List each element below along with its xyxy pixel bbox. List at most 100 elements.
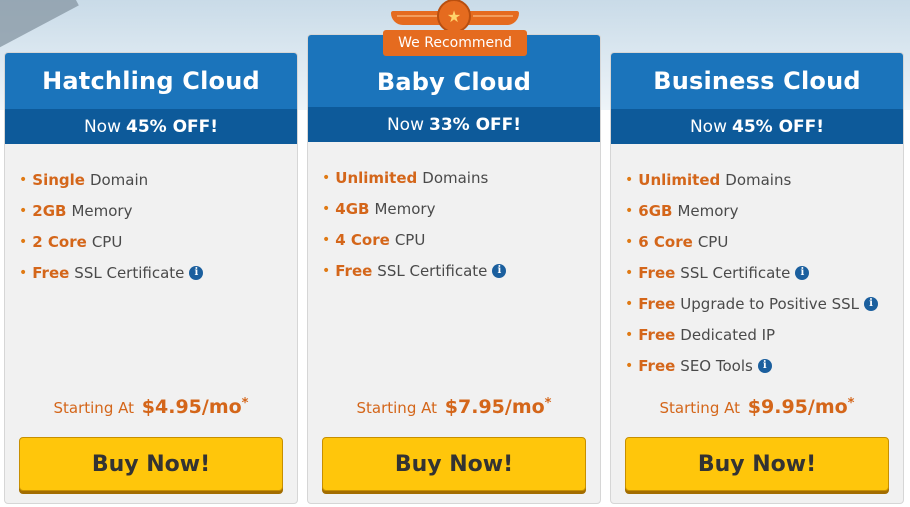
feature-item: • Free SEO Tools i [625,350,903,381]
feature-item: • Unlimited Domains [625,164,903,195]
price-value: $9.95/mo [747,396,848,418]
bullet-icon: • [625,171,634,188]
feature-item: • Free Dedicated IP [625,319,903,350]
feature-text: SSL Certificate [680,263,791,282]
discount-prefix: Now [386,114,424,135]
bullet-icon: • [19,202,28,219]
feature-text: SSL Certificate [74,263,185,282]
feature-item: • 2GB Memory [19,195,297,226]
feature-item: • 6GB Memory [625,195,903,226]
feature-highlight: 4 Core [335,230,390,249]
discount-value: 45% OFF! [125,116,219,137]
price-footnote-mark: * [544,396,552,411]
feature-item: • Free SSL Certificate i [625,257,903,288]
feature-text: SSL Certificate [377,261,488,280]
feature-list: • Unlimited Domains • 4GB Memory • 4 Core CPU … [308,142,600,286]
discount-prefix: Now [689,116,727,137]
feature-item: • Free SSL Certificate i [19,257,297,288]
plan-title: Business Cloud [611,53,903,109]
price-value: $7.95/mo [444,396,545,418]
bullet-icon: • [19,171,28,188]
price-value: $4.95/mo [141,396,242,418]
plan-card-baby-cloud: ★ We Recommend Baby Cloud Now 33% OFF! •… [307,0,601,504]
bullet-icon: • [19,233,28,250]
feature-highlight: Free [638,325,676,344]
bullet-icon: • [322,262,331,279]
plan-title: Hatchling Cloud [5,53,297,109]
bullet-icon: • [625,357,634,374]
feature-text: Domains [725,170,792,189]
feature-item: • 4 Core CPU [322,224,600,255]
info-icon[interactable]: i [864,296,879,311]
feature-text: SEO Tools [680,356,753,375]
info-icon[interactable]: i [492,263,507,278]
feature-item: • Unlimited Domains [322,162,600,193]
plan-card-business-cloud: Business Cloud Now 45% OFF! • Unlimited Do… [610,52,904,504]
plan-price: Starting At $7.95/mo* [308,396,600,418]
feature-text: CPU [394,230,426,249]
feature-item: • 6 Core CPU [625,226,903,257]
bullet-icon: • [625,326,634,343]
price-footnote-mark: * [847,396,855,411]
price-prefix: Starting At [356,399,438,417]
plan-price: Starting At $9.95/mo* [611,396,903,418]
feature-item: • Single Domain [19,164,297,195]
feature-text: Memory [677,201,739,220]
feature-highlight: Free [32,263,70,282]
feature-list: • Single Domain • 2GB Memory • 2 Core CPU • Fre… [5,144,297,288]
discount-value: 45% OFF! [731,116,825,137]
feature-text: Dedicated IP [680,325,776,344]
feature-highlight: Free [638,294,676,313]
price-prefix: Starting At [53,399,135,417]
feature-item: • Free SSL Certificate i [322,255,600,286]
feature-highlight: 4GB [335,199,370,218]
bullet-icon: • [322,231,331,248]
feature-text: CPU [697,232,729,251]
feature-highlight: Unlimited [335,168,418,187]
info-icon[interactable]: i [757,358,772,373]
recommend-badge: ★ We Recommend [383,0,527,56]
feature-highlight: 6GB [638,201,673,220]
bullet-icon: • [19,264,28,281]
feature-highlight: Single [32,170,85,189]
plan-discount-banner: Now 45% OFF! [5,109,297,144]
feature-highlight: Free [638,263,676,282]
info-icon[interactable]: i [189,265,204,280]
feature-highlight: 6 Core [638,232,693,251]
feature-list: • Unlimited Domains • 6GB Memory • 6 Core CPU … [611,144,903,381]
bullet-icon: • [625,202,634,219]
plan-discount-banner: Now 33% OFF! [308,107,600,142]
feature-highlight: Unlimited [638,170,721,189]
plan-card-hatchling-cloud: Hatchling Cloud Now 45% OFF! • Single Doma… [4,52,298,504]
feature-text: Domains [422,168,489,187]
plan-discount-banner: Now 45% OFF! [611,109,903,144]
buy-now-button[interactable]: Buy Now! [322,437,586,491]
plan-price: Starting At $4.95/mo* [5,396,297,418]
feature-highlight: 2GB [32,201,67,220]
feature-text: Upgrade to Positive SSL [680,294,860,313]
price-prefix: Starting At [659,399,741,417]
info-icon[interactable]: i [795,265,810,280]
bullet-icon: • [322,169,331,186]
buy-now-button[interactable]: Buy Now! [625,437,889,491]
discount-value: 33% OFF! [428,114,522,135]
feature-text: Memory [374,199,436,218]
feature-text: CPU [91,232,123,251]
bullet-icon: • [625,295,634,312]
feature-item: • 4GB Memory [322,193,600,224]
buy-now-button[interactable]: Buy Now! [19,437,283,491]
feature-text: Memory [71,201,133,220]
feature-text: Domain [89,170,149,189]
feature-item: • 2 Core CPU [19,226,297,257]
feature-highlight: Free [335,261,373,280]
bullet-icon: • [625,233,634,250]
discount-prefix: Now [83,116,121,137]
recommend-label: We Recommend [383,30,527,56]
bullet-icon: • [625,264,634,281]
feature-highlight: Free [638,356,676,375]
price-footnote-mark: * [241,396,249,411]
feature-item: • Free Upgrade to Positive SSL i [625,288,903,319]
star-icon: ★ [437,0,471,33]
feature-highlight: 2 Core [32,232,87,251]
bullet-icon: • [322,200,331,217]
